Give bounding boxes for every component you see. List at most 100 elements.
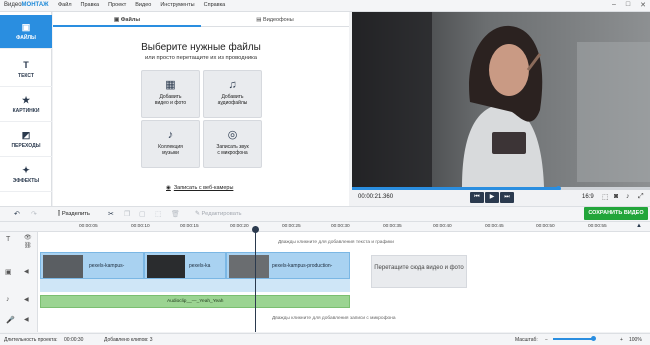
crop-icon[interactable]: ⬚ xyxy=(602,193,609,201)
title-bar: ВидеоМОНТАЖ Файл Правка Проект Видео Инс… xyxy=(0,0,650,12)
maximize-icon[interactable]: □ xyxy=(626,1,630,9)
audio-clip[interactable]: Audioclip__—_Yeah_Yeah xyxy=(40,295,350,308)
duration-label: Длительность проекта: xyxy=(4,337,58,343)
tab-video-backgrounds[interactable]: ▤ Видеофоны xyxy=(201,13,349,27)
files-panel: ▣ Файлы ▤ Видеофоны Выберите нужные файл… xyxy=(53,12,349,206)
clips-added: Добавлено клипов: 3 xyxy=(104,337,153,343)
zoom-value: 100% xyxy=(629,337,642,343)
film-icon: ▦ xyxy=(165,79,176,91)
clip-thumbnail xyxy=(43,255,83,278)
edit-toolbar: ↶ ↷ ⫿ Разделить ✂ ❐ ▢ ⬚ 🗑 ✎ Редактировать xyxy=(0,206,650,222)
sidebar-item-pictures[interactable]: ★ КАРТИНКИ xyxy=(0,88,52,122)
fullscreen-icon[interactable]: ⤢ xyxy=(638,193,644,201)
mic-track-icon: 🎤 xyxy=(6,317,15,324)
player-controls: 00:00:21.360 ⏮ ▶ ⏭ 16:9 ⬚ ◙ ♪ ⤢ xyxy=(352,190,650,206)
split-icon: ⫿ xyxy=(58,211,60,217)
play-button[interactable]: ▶ xyxy=(485,192,499,203)
volume-icon[interactable]: ♪ xyxy=(626,193,630,200)
sidebar-item-transitions[interactable]: ◩ ПЕРЕХОДЫ xyxy=(0,123,52,157)
minimize-icon[interactable]: – xyxy=(612,1,616,9)
ruler-tick: 00:00:50 xyxy=(536,224,555,229)
mic-volume-icon[interactable]: ◀ xyxy=(24,316,29,323)
menu-edit[interactable]: Правка xyxy=(81,2,100,8)
video-track-mute-icon[interactable]: ◀ xyxy=(24,268,29,275)
ruler-tick: 00:00:30 xyxy=(331,224,350,229)
timeline-ruler[interactable]: 00:00:05 00:00:10 00:00:15 00:00:20 00:0… xyxy=(0,222,650,232)
undo-icon[interactable]: ↶ xyxy=(14,210,20,218)
next-frame-button[interactable]: ⏭ xyxy=(500,192,514,203)
duration-value: 00:00:30 xyxy=(64,337,84,343)
track-controls: T 👁 ⛓ ▣ ◀ ♪ ◀ 🎤 ◀ xyxy=(0,232,38,332)
zoom-slider-handle[interactable] xyxy=(591,336,596,341)
page-title: Выберите нужные файлы xyxy=(141,42,261,53)
timecode: 00:00:21.360 xyxy=(358,194,394,200)
cut-icon[interactable]: ✂ xyxy=(108,210,114,218)
sidebar-item-text[interactable]: T ТЕКСТ xyxy=(0,53,52,87)
paste-icon[interactable]: ▢ xyxy=(139,210,146,218)
menu-video[interactable]: Видео xyxy=(135,2,151,8)
menu-file[interactable]: Файл xyxy=(58,2,72,8)
redo-icon[interactable]: ↷ xyxy=(31,210,37,218)
ruler-tick: 00:00:10 xyxy=(131,224,150,229)
menu-help[interactable]: Справка xyxy=(204,2,226,8)
video-clip[interactable]: pexels-kampus- xyxy=(40,252,144,279)
clip-name: pexels-kampus- xyxy=(89,263,125,269)
ruler-tick: 00:00:35 xyxy=(383,224,402,229)
mic-track-hint: Дважды кликните для добавления записи с … xyxy=(272,316,396,321)
camera-icon[interactable]: ◙ xyxy=(614,193,618,200)
clip-thumbnail xyxy=(147,255,185,278)
tab-files[interactable]: ▣ Файлы xyxy=(53,13,201,27)
playhead-handle[interactable] xyxy=(252,226,259,233)
menu-project[interactable]: Проект xyxy=(108,2,126,8)
video-backgrounds-icon: ▤ xyxy=(256,17,262,23)
close-icon[interactable]: ✕ xyxy=(640,1,646,9)
sidebar-item-files[interactable]: ▣ ФАЙЛЫ xyxy=(0,15,52,49)
save-video-button[interactable]: СОХРАНИТЬ ВИДЕО xyxy=(584,207,648,220)
link-icon[interactable]: ⛓ xyxy=(24,242,32,249)
edit-button[interactable]: ✎ Редактировать xyxy=(195,211,242,217)
zoom-slider[interactable] xyxy=(553,338,595,340)
video-track-icon: ▣ xyxy=(5,269,12,276)
files-icon: ▣ xyxy=(21,22,31,32)
sidebar: ▣ ФАЙЛЫ T ТЕКСТ ★ КАРТИНКИ ◩ ПЕРЕХОДЫ ✦ ЭФФЕК… xyxy=(0,12,52,206)
menu-tools[interactable]: Инструменты xyxy=(160,2,194,8)
audio-file-icon: ♫ xyxy=(228,79,237,91)
add-audio-button[interactable]: ♫ Добавить аудиофайлы xyxy=(203,70,262,118)
add-video-photo-button[interactable]: ▦ Добавить видео и фото xyxy=(141,70,200,118)
video-preview[interactable] xyxy=(352,12,650,187)
webcam-icon: ◉ xyxy=(166,185,171,191)
collapse-icon[interactable]: ▲ xyxy=(636,223,642,229)
copy-icon[interactable]: ❐ xyxy=(124,210,130,218)
delete-icon[interactable]: 🗑 xyxy=(171,210,180,218)
text-track-hint: Дважды кликните для добавления текста и … xyxy=(278,240,394,245)
crop-tool-icon[interactable]: ⬚ xyxy=(155,210,162,218)
video-clip[interactable]: pexels-kampus-production- xyxy=(226,252,350,279)
record-webcam-link[interactable]: ◉ Записать с веб-камеры xyxy=(166,185,233,191)
sidebar-item-effects[interactable]: ✦ ЭФФЕКТЫ xyxy=(0,158,52,192)
clip-name: pexels-kampus-production- xyxy=(272,263,333,269)
previous-frame-button[interactable]: ⏮ xyxy=(470,192,484,203)
app-logo: ВидеоМОНТАЖ xyxy=(4,2,49,8)
audio-clip-name: Audioclip__—_Yeah_Yeah xyxy=(167,299,224,304)
music-collection-button[interactable]: ♪ Коллекция музыки xyxy=(141,120,200,168)
clip-transition-strip xyxy=(40,279,350,292)
visibility-icon[interactable]: 👁 xyxy=(24,234,32,241)
video-clip[interactable]: pexels-ka xyxy=(144,252,226,279)
zoom-in-icon[interactable]: + xyxy=(620,337,623,343)
zoom-out-icon[interactable]: − xyxy=(545,337,548,343)
ruler-tick: 00:00:25 xyxy=(282,224,301,229)
ruler-tick: 00:00:15 xyxy=(180,224,199,229)
drop-zone[interactable]: Перетащите сюда видео и фото xyxy=(371,255,467,288)
ruler-tick: 00:00:40 xyxy=(433,224,452,229)
transitions-icon: ◩ xyxy=(21,130,31,140)
record-microphone-button[interactable]: ◎ Записать звук с микрофона xyxy=(203,120,262,168)
ruler-tick: 00:00:20 xyxy=(230,224,249,229)
page-subtitle: или просто перетащите их из проводника xyxy=(145,55,257,61)
aspect-ratio-selector[interactable]: 16:9 xyxy=(582,194,594,200)
playhead[interactable] xyxy=(252,226,259,332)
microphone-icon: ◎ xyxy=(227,129,238,141)
split-button[interactable]: ⫿ Разделить xyxy=(58,211,90,218)
ruler-tick: 00:00:55 xyxy=(588,224,607,229)
zoom-label: Масштаб: xyxy=(515,337,538,343)
music-volume-icon[interactable]: ◀ xyxy=(24,296,29,303)
